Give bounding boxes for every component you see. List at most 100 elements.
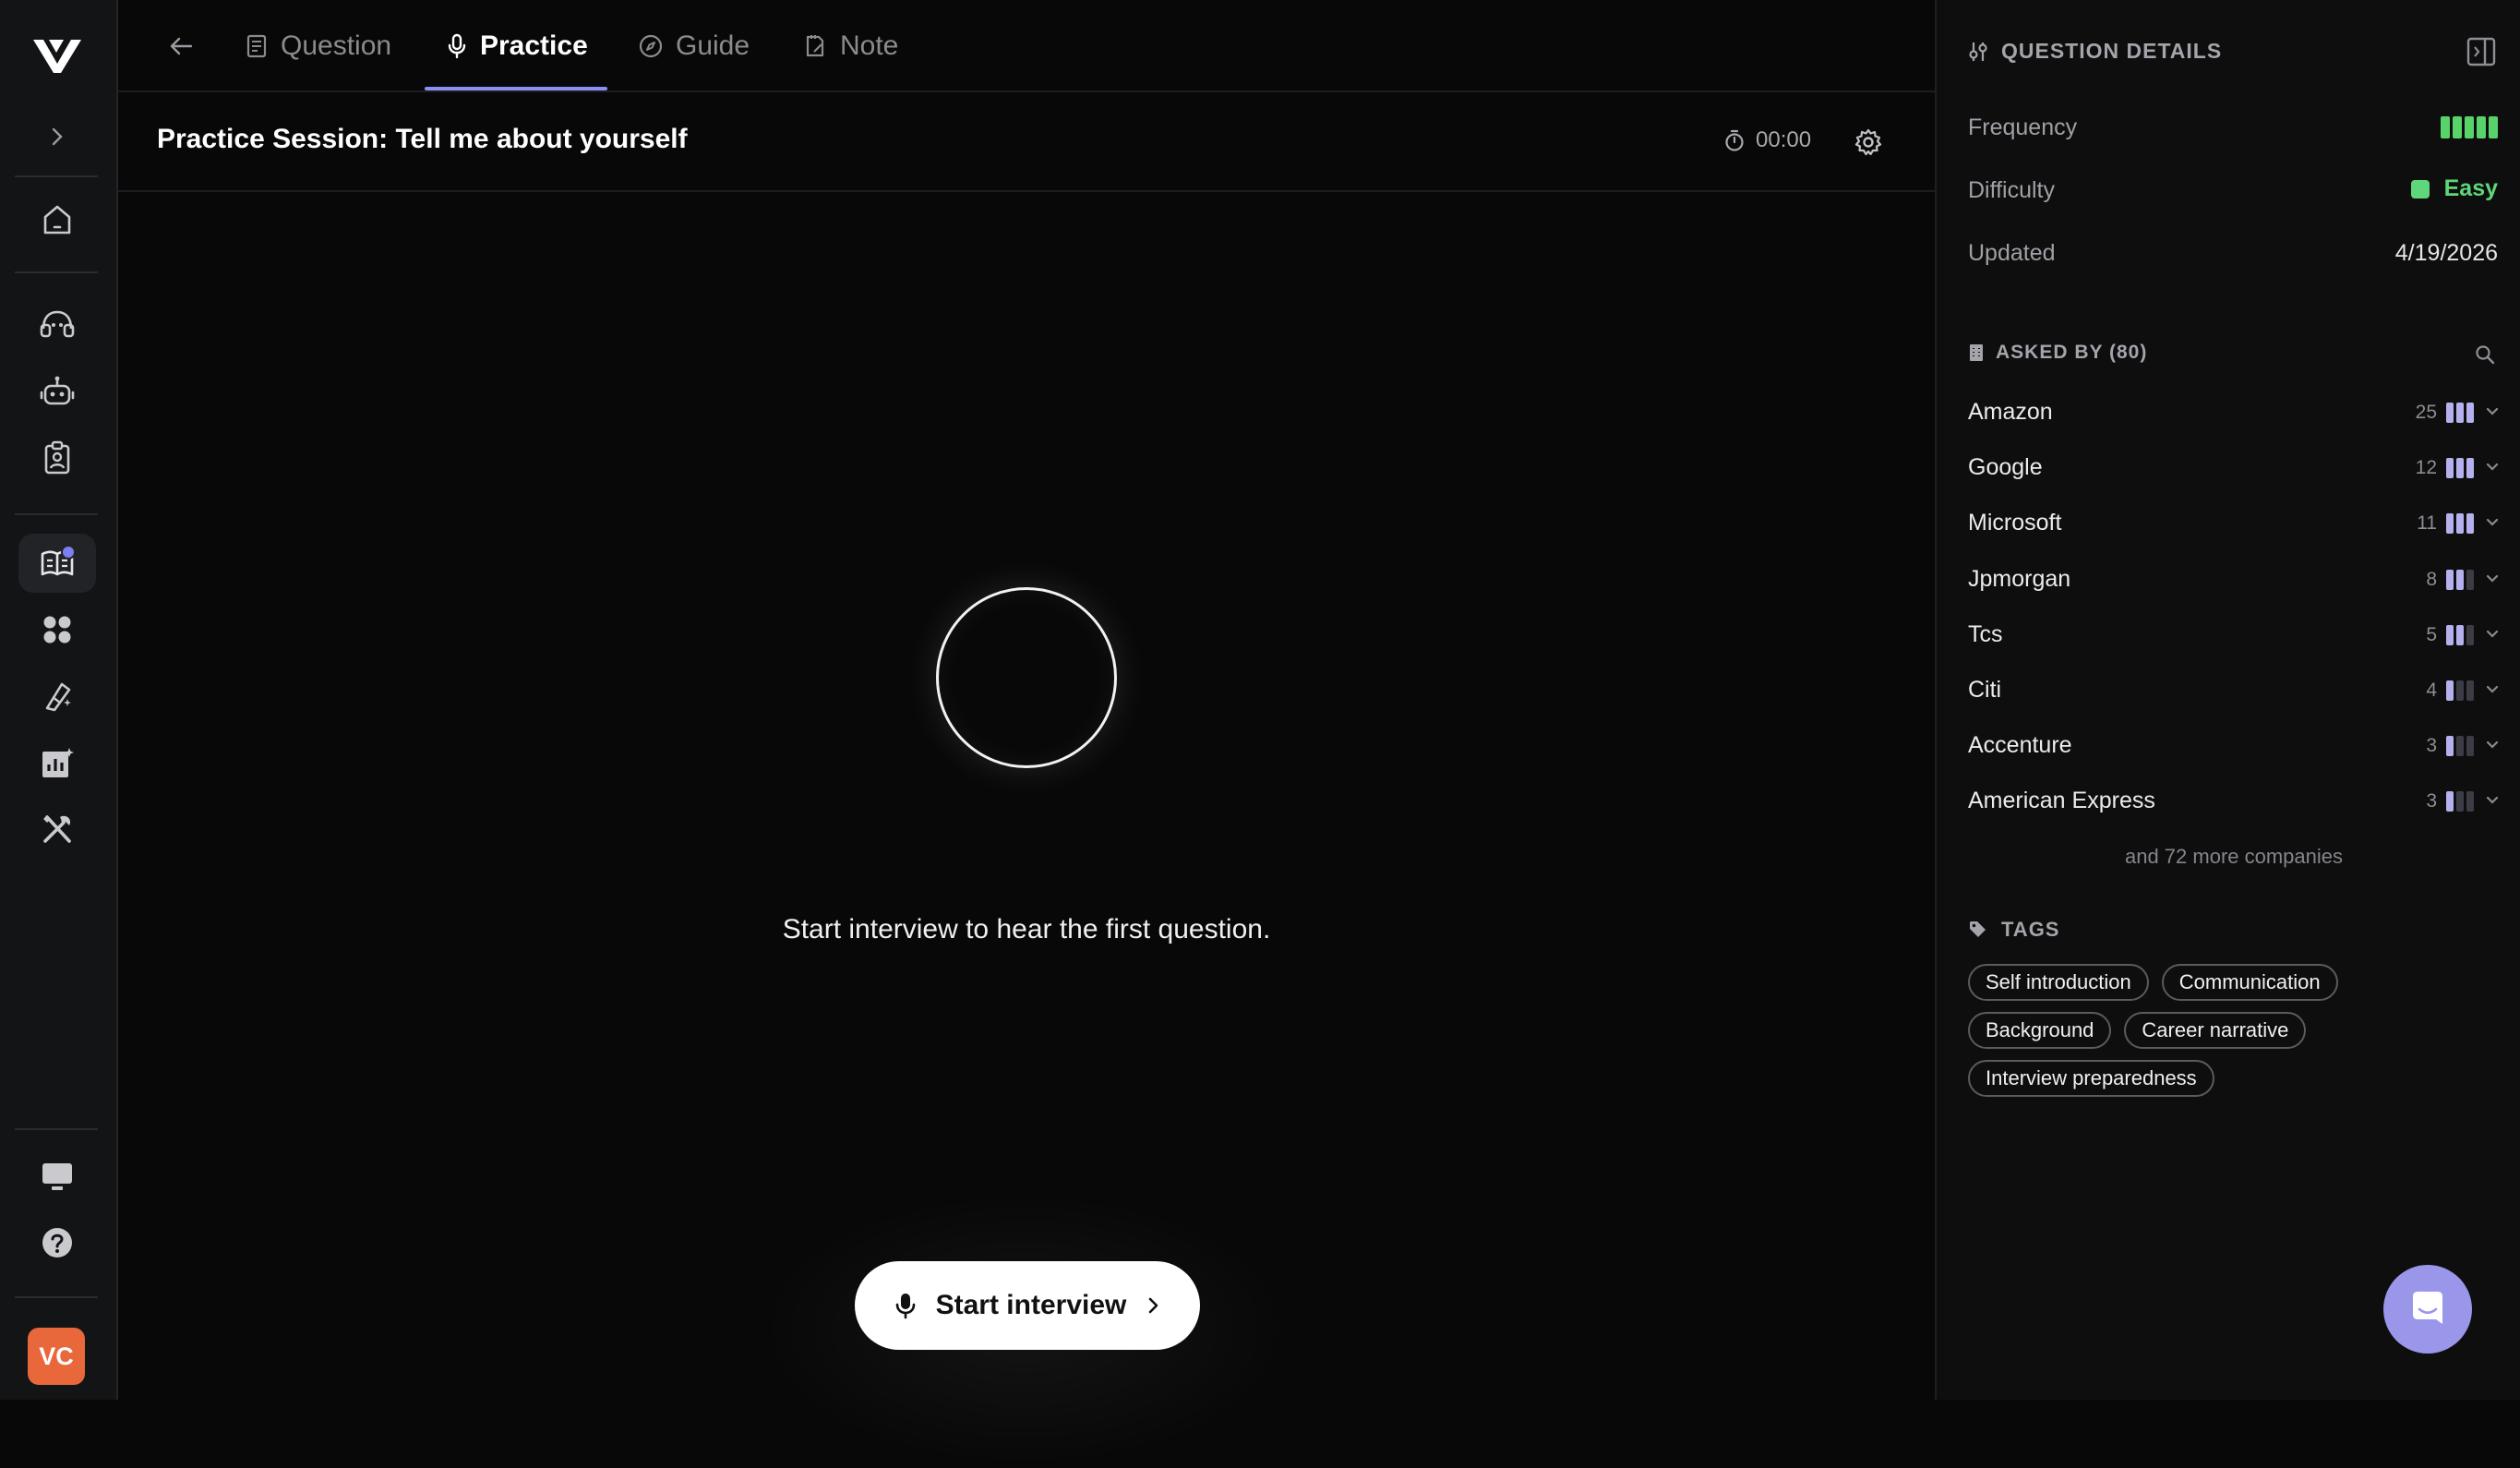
frequency-bar (2489, 116, 2498, 138)
company-bar (2446, 403, 2454, 423)
chevron-down-icon[interactable] (2485, 570, 2500, 588)
company-bar (2446, 513, 2454, 535)
company-frequency-bars (2446, 403, 2474, 423)
ai-tutor-icon[interactable] (18, 667, 96, 726)
tab-question[interactable]: Question (246, 0, 391, 92)
company-bar (2456, 736, 2464, 757)
chevron-down-icon[interactable] (2485, 513, 2500, 532)
difficulty-indicator (2410, 179, 2430, 199)
chevron-down-icon[interactable] (2485, 625, 2500, 644)
difficulty-badge: Easy (2410, 175, 2498, 202)
tag-chip[interactable]: Self introduction (1968, 964, 2149, 1001)
company-row[interactable]: Tcs 5 (1968, 616, 2500, 653)
chevron-down-icon[interactable] (2485, 458, 2500, 476)
tools-icon[interactable] (18, 800, 96, 859)
tag-chip[interactable]: Communication (2161, 964, 2338, 1001)
user-avatar[interactable]: VC (28, 1328, 85, 1385)
question-details-panel: QUESTION DETAILS Frequency Difficulty Ea… (1935, 0, 2520, 1400)
difficulty-value: Easy (2443, 175, 2498, 201)
apps-icon[interactable] (18, 600, 96, 659)
company-row[interactable]: Amazon 25 (1968, 393, 2500, 430)
frequency-meter (2441, 116, 2498, 138)
company-frequency-bars (2446, 569, 2474, 590)
active-tab-indicator (425, 87, 607, 90)
timer-value: 00:00 (1756, 127, 1812, 152)
start-interview-button[interactable]: Start interview (855, 1261, 1200, 1350)
search-icon[interactable] (2470, 340, 2500, 369)
chevron-down-icon[interactable] (2485, 403, 2500, 421)
building-icon (1968, 343, 1985, 363)
interview-copilot-icon[interactable] (18, 295, 96, 355)
rail-divider (15, 175, 98, 177)
robot-icon[interactable] (18, 362, 96, 421)
company-name: Citi (1968, 677, 2002, 703)
settings-gear-icon[interactable] (1852, 126, 1885, 159)
frequency-bar (2453, 116, 2462, 138)
company-row[interactable]: Google 12 (1968, 449, 2500, 486)
company-bar (2456, 458, 2464, 479)
expand-sidebar-icon[interactable] (18, 107, 96, 166)
logo-icon[interactable] (18, 26, 96, 85)
chevron-down-icon[interactable] (2485, 736, 2500, 754)
collapse-panel-icon[interactable] (2463, 33, 2500, 70)
company-bar (2446, 680, 2454, 701)
home-icon[interactable] (18, 190, 96, 249)
company-count: 8 (2426, 568, 2437, 590)
updated-value: 4/19/2026 (2394, 240, 2498, 266)
section-title: TAGS (2001, 918, 2060, 941)
voice-orb (936, 587, 1117, 768)
tag-chip[interactable]: Interview preparedness (1968, 1060, 2214, 1097)
company-count: 5 (2426, 623, 2437, 645)
more-companies-text[interactable]: and 72 more companies (1968, 845, 2500, 869)
chevron-down-icon[interactable] (2485, 791, 2500, 810)
company-frequency-bars (2446, 513, 2474, 535)
company-row[interactable]: Accenture 3 (1968, 727, 2500, 764)
frequency-bar (2441, 116, 2450, 138)
company-name: Microsoft (1968, 510, 2062, 536)
company-bar (2456, 569, 2464, 590)
analytics-icon[interactable] (18, 733, 96, 792)
note-icon (803, 33, 827, 59)
company-bar (2466, 403, 2474, 423)
company-count: 3 (2426, 735, 2437, 757)
company-row[interactable]: Citi 4 (1968, 671, 2500, 708)
rail-divider (15, 513, 98, 515)
company-name: American Express (1968, 788, 2155, 814)
company-bar (2456, 791, 2464, 812)
tab-practice[interactable]: Practice (447, 0, 588, 92)
question-details-header: QUESTION DETAILS (1968, 39, 2222, 64)
company-bar (2456, 680, 2464, 701)
support-chat-button[interactable] (2383, 1265, 2472, 1354)
tag-list: Self introduction Communication Backgrou… (1968, 964, 2485, 1097)
company-count: 4 (2426, 680, 2437, 701)
tab-guide[interactable]: Guide (639, 0, 750, 92)
company-bar (2466, 569, 2474, 590)
tab-label: Question (281, 30, 392, 61)
question-bank-icon[interactable] (18, 534, 96, 593)
desktop-app-icon[interactable] (18, 1147, 96, 1206)
company-count: 25 (2415, 402, 2437, 423)
frequency-bar (2465, 116, 2474, 138)
company-count: 12 (2415, 457, 2437, 479)
company-row[interactable]: Microsoft 11 (1968, 504, 2500, 541)
company-row[interactable]: Jpmorgan 8 (1968, 560, 2500, 597)
back-arrow-icon[interactable] (162, 28, 199, 65)
updated-label: Updated (1968, 240, 2056, 266)
chevron-down-icon[interactable] (2485, 680, 2500, 699)
tag-chip[interactable]: Career narrative (2124, 1012, 2307, 1049)
tab-note[interactable]: Note (803, 0, 898, 92)
app-window: VC Question Practice Guide Note Practice… (0, 0, 2520, 1468)
company-row[interactable]: American Express 3 (1968, 782, 2500, 819)
microphone-icon (447, 33, 467, 59)
help-icon[interactable] (18, 1213, 96, 1272)
tag-chip[interactable]: Background (1968, 1012, 2112, 1049)
company-frequency-bars (2446, 624, 2474, 645)
resume-icon[interactable] (18, 428, 96, 487)
session-timer: 00:00 (1724, 127, 1811, 153)
company-frequency-bars (2446, 791, 2474, 812)
company-bar (2446, 569, 2454, 590)
company-bar (2466, 458, 2474, 479)
session-header: Practice Session: Tell me about yourself… (118, 92, 1935, 192)
company-bar (2446, 624, 2454, 645)
company-count: 11 (2417, 512, 2437, 535)
